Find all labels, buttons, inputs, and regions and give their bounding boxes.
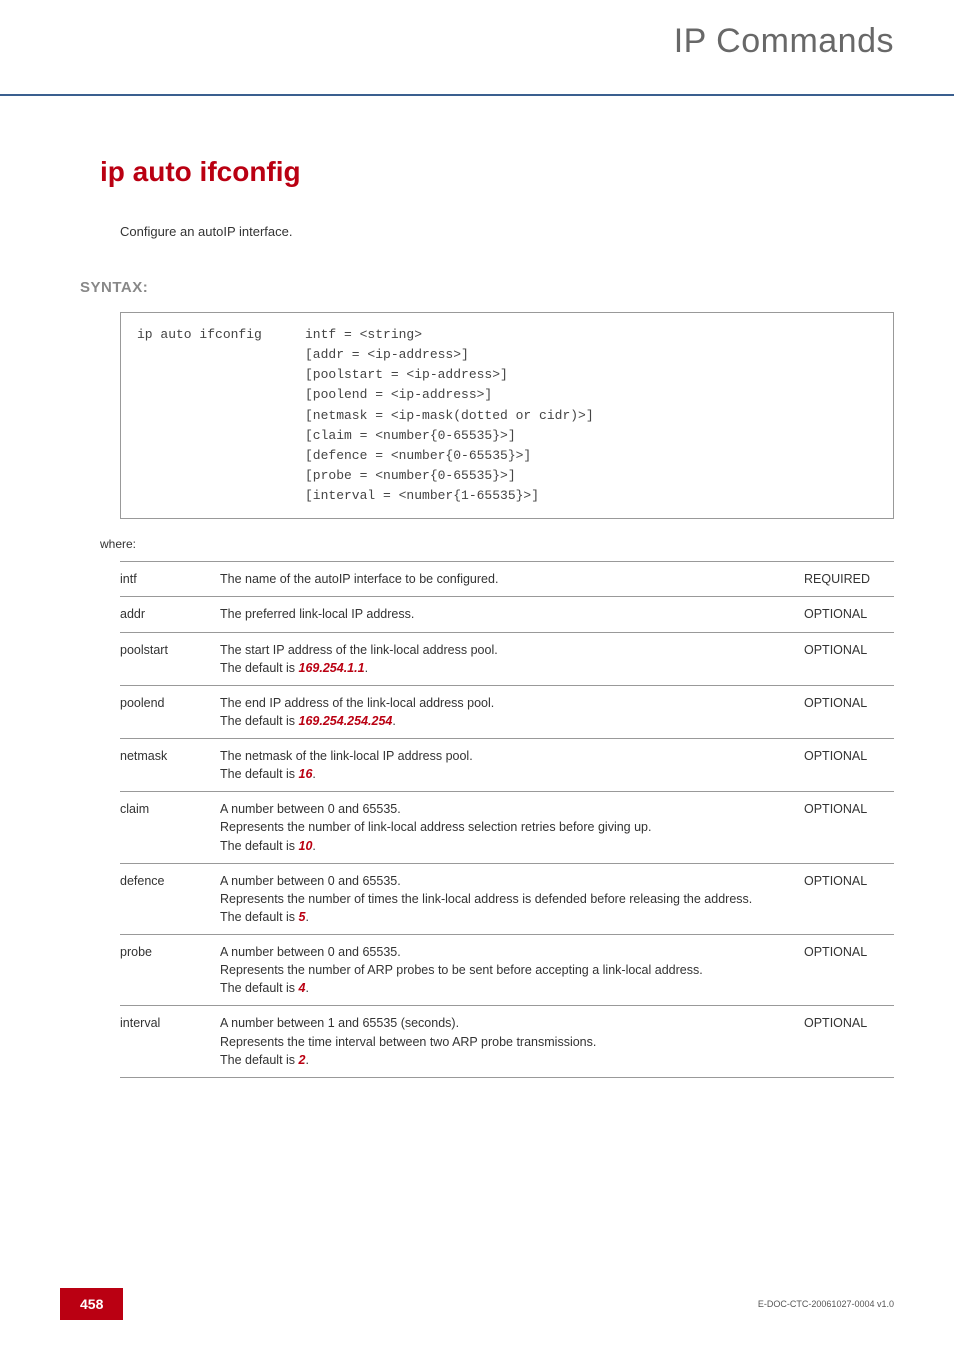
param-required: OPTIONAL xyxy=(804,685,894,738)
page-footer: 458 E-DOC-CTC-20061027-0004 v1.0 xyxy=(0,1288,954,1320)
param-required: OPTIONAL xyxy=(804,597,894,632)
section-title: ip auto ifconfig xyxy=(100,156,894,188)
code-arguments: intf = <string> [addr = <ip-address>] [p… xyxy=(305,325,594,506)
highlighted-value: 10 xyxy=(299,839,313,853)
table-row: poolstartThe start IP address of the lin… xyxy=(120,632,894,685)
table-row: probeA number between 0 and 65535.Repres… xyxy=(120,935,894,1006)
param-name: poolend xyxy=(120,685,220,738)
page-header: IP Commands xyxy=(0,0,954,96)
param-required: OPTIONAL xyxy=(804,863,894,934)
highlighted-value: 5 xyxy=(299,910,306,924)
param-name: claim xyxy=(120,792,220,863)
param-name: defence xyxy=(120,863,220,934)
table-row: defenceA number between 0 and 65535.Repr… xyxy=(120,863,894,934)
page-content: ip auto ifconfig Configure an autoIP int… xyxy=(0,96,954,1078)
table-row: intfThe name of the autoIP interface to … xyxy=(120,562,894,597)
param-description: A number between 1 and 65535 (seconds).R… xyxy=(220,1006,804,1077)
param-description: A number between 0 and 65535.Represents … xyxy=(220,863,804,934)
code-command: ip auto ifconfig xyxy=(137,325,305,345)
syntax-label: SYNTAX: xyxy=(80,279,894,296)
param-required: OPTIONAL xyxy=(804,1006,894,1077)
document-id: E-DOC-CTC-20061027-0004 v1.0 xyxy=(758,1299,894,1309)
param-name: interval xyxy=(120,1006,220,1077)
param-required: REQUIRED xyxy=(804,562,894,597)
syntax-code-block: ip auto ifconfigintf = <string> [addr = … xyxy=(120,312,894,519)
param-name: intf xyxy=(120,562,220,597)
highlighted-value: 169.254.1.1 xyxy=(299,661,365,675)
param-required: OPTIONAL xyxy=(804,935,894,1006)
param-required: OPTIONAL xyxy=(804,632,894,685)
param-description: The name of the autoIP interface to be c… xyxy=(220,562,804,597)
param-description: A number between 0 and 65535.Represents … xyxy=(220,792,804,863)
section-description: Configure an autoIP interface. xyxy=(120,224,894,239)
param-description: The start IP address of the link-local a… xyxy=(220,632,804,685)
param-name: netmask xyxy=(120,739,220,792)
highlighted-value: 169.254.254.254 xyxy=(299,714,393,728)
param-name: poolstart xyxy=(120,632,220,685)
highlighted-value: 16 xyxy=(299,767,313,781)
where-label: where: xyxy=(100,537,894,551)
highlighted-value: 2 xyxy=(299,1053,306,1067)
table-row: claimA number between 0 and 65535.Repres… xyxy=(120,792,894,863)
param-description: The netmask of the link-local IP address… xyxy=(220,739,804,792)
param-required: OPTIONAL xyxy=(804,792,894,863)
parameters-table: intfThe name of the autoIP interface to … xyxy=(120,561,894,1078)
param-description: The end IP address of the link-local add… xyxy=(220,685,804,738)
header-title: IP Commands xyxy=(674,22,894,61)
param-description: The preferred link-local IP address. xyxy=(220,597,804,632)
page-number-badge: 458 xyxy=(60,1288,123,1320)
param-name: probe xyxy=(120,935,220,1006)
table-row: intervalA number between 1 and 65535 (se… xyxy=(120,1006,894,1077)
highlighted-value: 4 xyxy=(299,981,306,995)
param-name: addr xyxy=(120,597,220,632)
table-row: poolendThe end IP address of the link-lo… xyxy=(120,685,894,738)
param-required: OPTIONAL xyxy=(804,739,894,792)
table-row: netmaskThe netmask of the link-local IP … xyxy=(120,739,894,792)
table-row: addrThe preferred link-local IP address.… xyxy=(120,597,894,632)
param-description: A number between 0 and 65535.Represents … xyxy=(220,935,804,1006)
